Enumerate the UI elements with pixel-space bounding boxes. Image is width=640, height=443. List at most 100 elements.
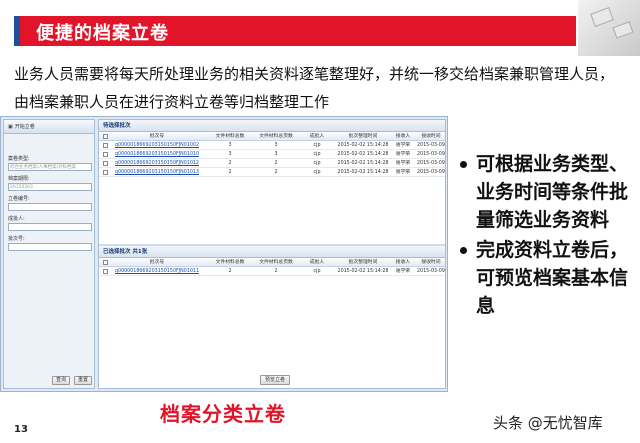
field-volume-no: 立卷编号: <box>8 196 92 211</box>
table-cell: 谢学荣 <box>395 269 411 274</box>
table-row[interactable]: q0000018669203150150FJN01012 2 2 cjp 2015-02… <box>99 159 445 168</box>
table-cell: 3 <box>274 152 278 157</box>
batch-no-input[interactable] <box>8 243 92 251</box>
bullet-text: 完成资料立卷后，可预览档案基本信息 <box>476 239 629 317</box>
table-cell: 2 <box>274 161 278 166</box>
field-batch-user: 成批人: <box>8 216 92 231</box>
search-panel-title: 开始立卷 <box>14 124 35 130</box>
table-row[interactable]: q0000018669203150150FJN01013 2 2 cjp 2015-02… <box>99 168 445 177</box>
column-header[interactable]: 接收时间 <box>417 132 445 141</box>
bullet-dot-icon <box>460 161 467 168</box>
search-panel-header: ▣ 开始立卷 <box>4 120 94 134</box>
batch-user-input[interactable] <box>8 223 92 231</box>
grid-header-row: 批次号 文件材料总数 文件材料总页数 成批人 批次整理时间 接收人 接收时间 <box>99 132 445 141</box>
table-cell: 谢学荣 <box>395 152 411 157</box>
batch-number-link[interactable]: q0000018669203150150FJN01002 <box>109 141 205 150</box>
query-button[interactable]: 查询 <box>52 376 70 385</box>
column-header[interactable]: 批次整理时间 <box>337 258 389 267</box>
field-label: 档案期限: <box>8 176 30 182</box>
batch-number-link[interactable]: q0000018669203150150FJN01011 <box>109 267 205 276</box>
table-row[interactable]: q0000018669203150150FJN01010 3 3 cjp 2015-02… <box>99 150 445 159</box>
bullet-list: 可根据业务类型、业务时间等条件批量筛选业务资料 完成资料立卷后，可预览档案基本信… <box>458 150 640 322</box>
table-cell: 谢学荣 <box>395 170 411 175</box>
intro-paragraph: 业务人员需要将每天所处理业务的相关资料逐笔整理好，并统一移交给档案兼职管理人员，… <box>14 65 615 111</box>
field-label: 案卷类型: <box>8 156 30 162</box>
table-row[interactable]: q0000018669203150150FJN01011 2 2 cjp 2015-02… <box>99 267 445 276</box>
title-fade <box>444 16 576 46</box>
column-header[interactable]: 批次号 <box>109 258 205 267</box>
folder-icon: ▣ <box>8 123 13 130</box>
field-label: 批次号: <box>8 236 25 242</box>
table-cell: 谢学荣 <box>395 161 411 166</box>
bullet-dot-icon <box>460 247 467 254</box>
reset-button[interactable]: 重置 <box>74 376 92 385</box>
table-cell: 2 <box>228 161 232 166</box>
batch-number-link[interactable]: q0000018669203150150FJN01013 <box>109 168 205 177</box>
selected-grid: 批次号 文件材料总数 文件材料总页数 成批人 批次整理时间 接收人 接收时间 q0000018… <box>99 258 445 276</box>
field-archive-type: 案卷类型: 综合业务档案/人事档案/对私档案 <box>8 156 92 171</box>
figure-caption: 档案分类立卷 <box>160 402 286 426</box>
table-cell: 3 <box>228 152 232 157</box>
table-cell: cjp <box>313 152 321 157</box>
title-accent <box>14 16 20 46</box>
field-period: 档案期限: 20150203 <box>8 176 92 191</box>
field-batch-no: 批次号: <box>8 236 92 251</box>
column-header[interactable]: 批次整理时间 <box>337 132 389 141</box>
column-header[interactable]: 成批人 <box>299 132 335 141</box>
table-cell: 2 <box>274 170 278 175</box>
pending-section-title: 待选择批次 <box>99 120 445 132</box>
batch-number-link[interactable]: q0000018669203150150FJN01010 <box>109 150 205 159</box>
table-row[interactable]: q0000018669203150150FJN01002 3 3 cjp 2015-02… <box>99 141 445 150</box>
bullet-item: 可根据业务类型、业务时间等条件批量筛选业务资料 <box>458 150 640 234</box>
row-checkbox[interactable] <box>103 269 108 274</box>
batch-panel: 待选择批次 批次号 文件材料总数 文件材料总页数 成批人 批次整理时间 接收人 接收时间 q0… <box>98 119 446 389</box>
column-header[interactable]: 批次号 <box>109 132 205 141</box>
table-cell: 2015-03-09 10:31:43 <box>417 143 445 148</box>
field-label: 成批人: <box>8 216 25 222</box>
row-checkbox[interactable] <box>103 152 108 157</box>
grid-header-row: 批次号 文件材料总数 文件材料总页数 成批人 批次整理时间 接收人 接收时间 <box>99 258 445 267</box>
table-cell: 2 <box>274 269 278 274</box>
table-cell: 2015-03-09 10:31:43 <box>417 170 445 175</box>
pending-grid: 批次号 文件材料总数 文件材料总页数 成批人 批次整理时间 接收人 接收时间 q0000018… <box>99 132 445 177</box>
column-header[interactable]: 接收时间 <box>417 258 445 267</box>
table-cell: cjp <box>313 269 321 274</box>
page-number: 13 <box>14 424 28 435</box>
column-header[interactable]: 文件材料总数 <box>207 258 253 267</box>
title-banner: 便捷的档案立卷 <box>14 16 576 46</box>
source-watermark: 头条 @无忧智库 <box>493 414 603 432</box>
table-cell: 谢学荣 <box>395 143 411 148</box>
search-panel: ▣ 开始立卷 案卷类型: 综合业务档案/人事档案/对私档案 档案期限: 2015… <box>3 119 95 389</box>
selected-section-title: 已选择批次 共1张 <box>99 246 445 258</box>
column-header[interactable]: 文件材料总数 <box>207 132 253 141</box>
column-header[interactable]: 接收人 <box>391 258 415 267</box>
archive-type-select[interactable]: 综合业务档案/人事档案/对私档案 <box>8 163 92 171</box>
table-cell: 2015-03-09 10:31:43 <box>417 152 445 157</box>
preview-volume-button[interactable]: 预览立卷 <box>260 375 290 385</box>
table-cell: cjp <box>313 143 321 148</box>
app-screenshot: ▣ 开始立卷 案卷类型: 综合业务档案/人事档案/对私档案 档案期限: 2015… <box>0 116 448 392</box>
bullet-item: 完成资料立卷后，可预览档案基本信息 <box>458 236 640 320</box>
table-cell: 3 <box>228 143 232 148</box>
table-cell: 3 <box>274 143 278 148</box>
keyboard-decoration-icon <box>578 0 640 56</box>
table-cell: cjp <box>313 170 321 175</box>
select-all-checkbox[interactable] <box>103 260 108 265</box>
column-header[interactable]: 接收人 <box>391 132 415 141</box>
slide-title: 便捷的档案立卷 <box>36 23 169 44</box>
row-checkbox[interactable] <box>103 170 108 175</box>
row-checkbox[interactable] <box>103 143 108 148</box>
column-header[interactable]: 文件材料总页数 <box>254 258 298 267</box>
batch-number-link[interactable]: q0000018669203150150FJN01012 <box>109 159 205 168</box>
table-cell: 2015-02-02 15:14:28 <box>337 170 389 175</box>
select-all-checkbox[interactable] <box>103 134 108 139</box>
table-cell: cjp <box>313 161 321 166</box>
period-input[interactable]: 20150203 <box>8 183 92 191</box>
field-label: 立卷编号: <box>8 196 30 202</box>
bullet-text: 可根据业务类型、业务时间等条件批量筛选业务资料 <box>476 153 629 231</box>
column-header[interactable]: 成批人 <box>299 258 335 267</box>
table-cell: 2015-02-02 15:14:28 <box>337 161 389 166</box>
row-checkbox[interactable] <box>103 161 108 166</box>
volume-no-input[interactable] <box>8 203 92 211</box>
column-header[interactable]: 文件材料总页数 <box>254 132 298 141</box>
